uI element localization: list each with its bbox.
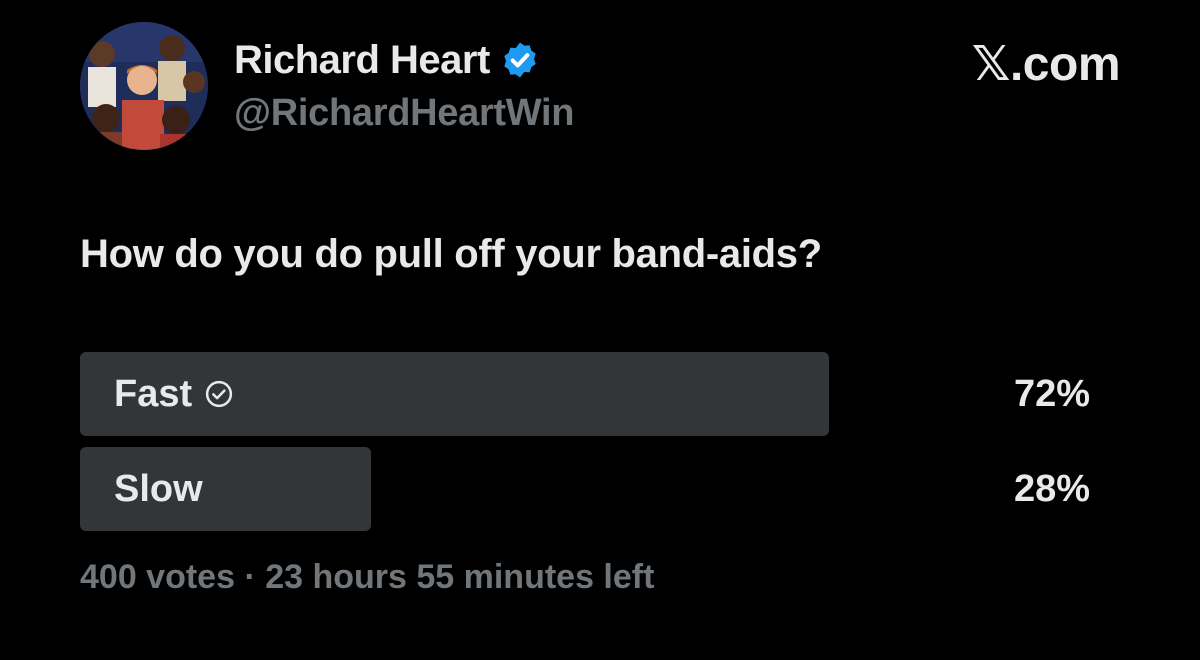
poll-option-percent: 72%: [1013, 372, 1090, 415]
x-com-logo: 𝕏.com: [971, 38, 1121, 91]
poll-option-slow[interactable]: Slow 28%: [80, 447, 1090, 531]
poll-option-percent: 28%: [1013, 467, 1090, 510]
poll-option-label: Fast: [114, 372, 193, 415]
avatar-image: [80, 22, 208, 150]
poll-meta: 400 votes · 23 hours 55 minutes left: [80, 558, 655, 596]
verified-badge-icon: [500, 40, 540, 80]
poll-question: How do you do pull off your band-aids?: [80, 232, 822, 276]
poll-option-label: Slow: [114, 467, 203, 510]
author-name-row[interactable]: Richard Heart: [234, 36, 540, 84]
author-display-name[interactable]: Richard Heart: [234, 38, 490, 83]
check-circle-icon: [206, 380, 233, 408]
poll-option-fast[interactable]: Fast 72%: [80, 352, 1090, 436]
tweet-header: Richard Heart @RichardHeartWin 𝕏.com: [80, 22, 1121, 152]
author-handle[interactable]: @RichardHeartWin: [234, 92, 574, 135]
poll-option-label-row: Slow: [114, 447, 203, 531]
poll-option-label-row: Fast: [114, 352, 234, 436]
avatar[interactable]: [80, 22, 208, 150]
